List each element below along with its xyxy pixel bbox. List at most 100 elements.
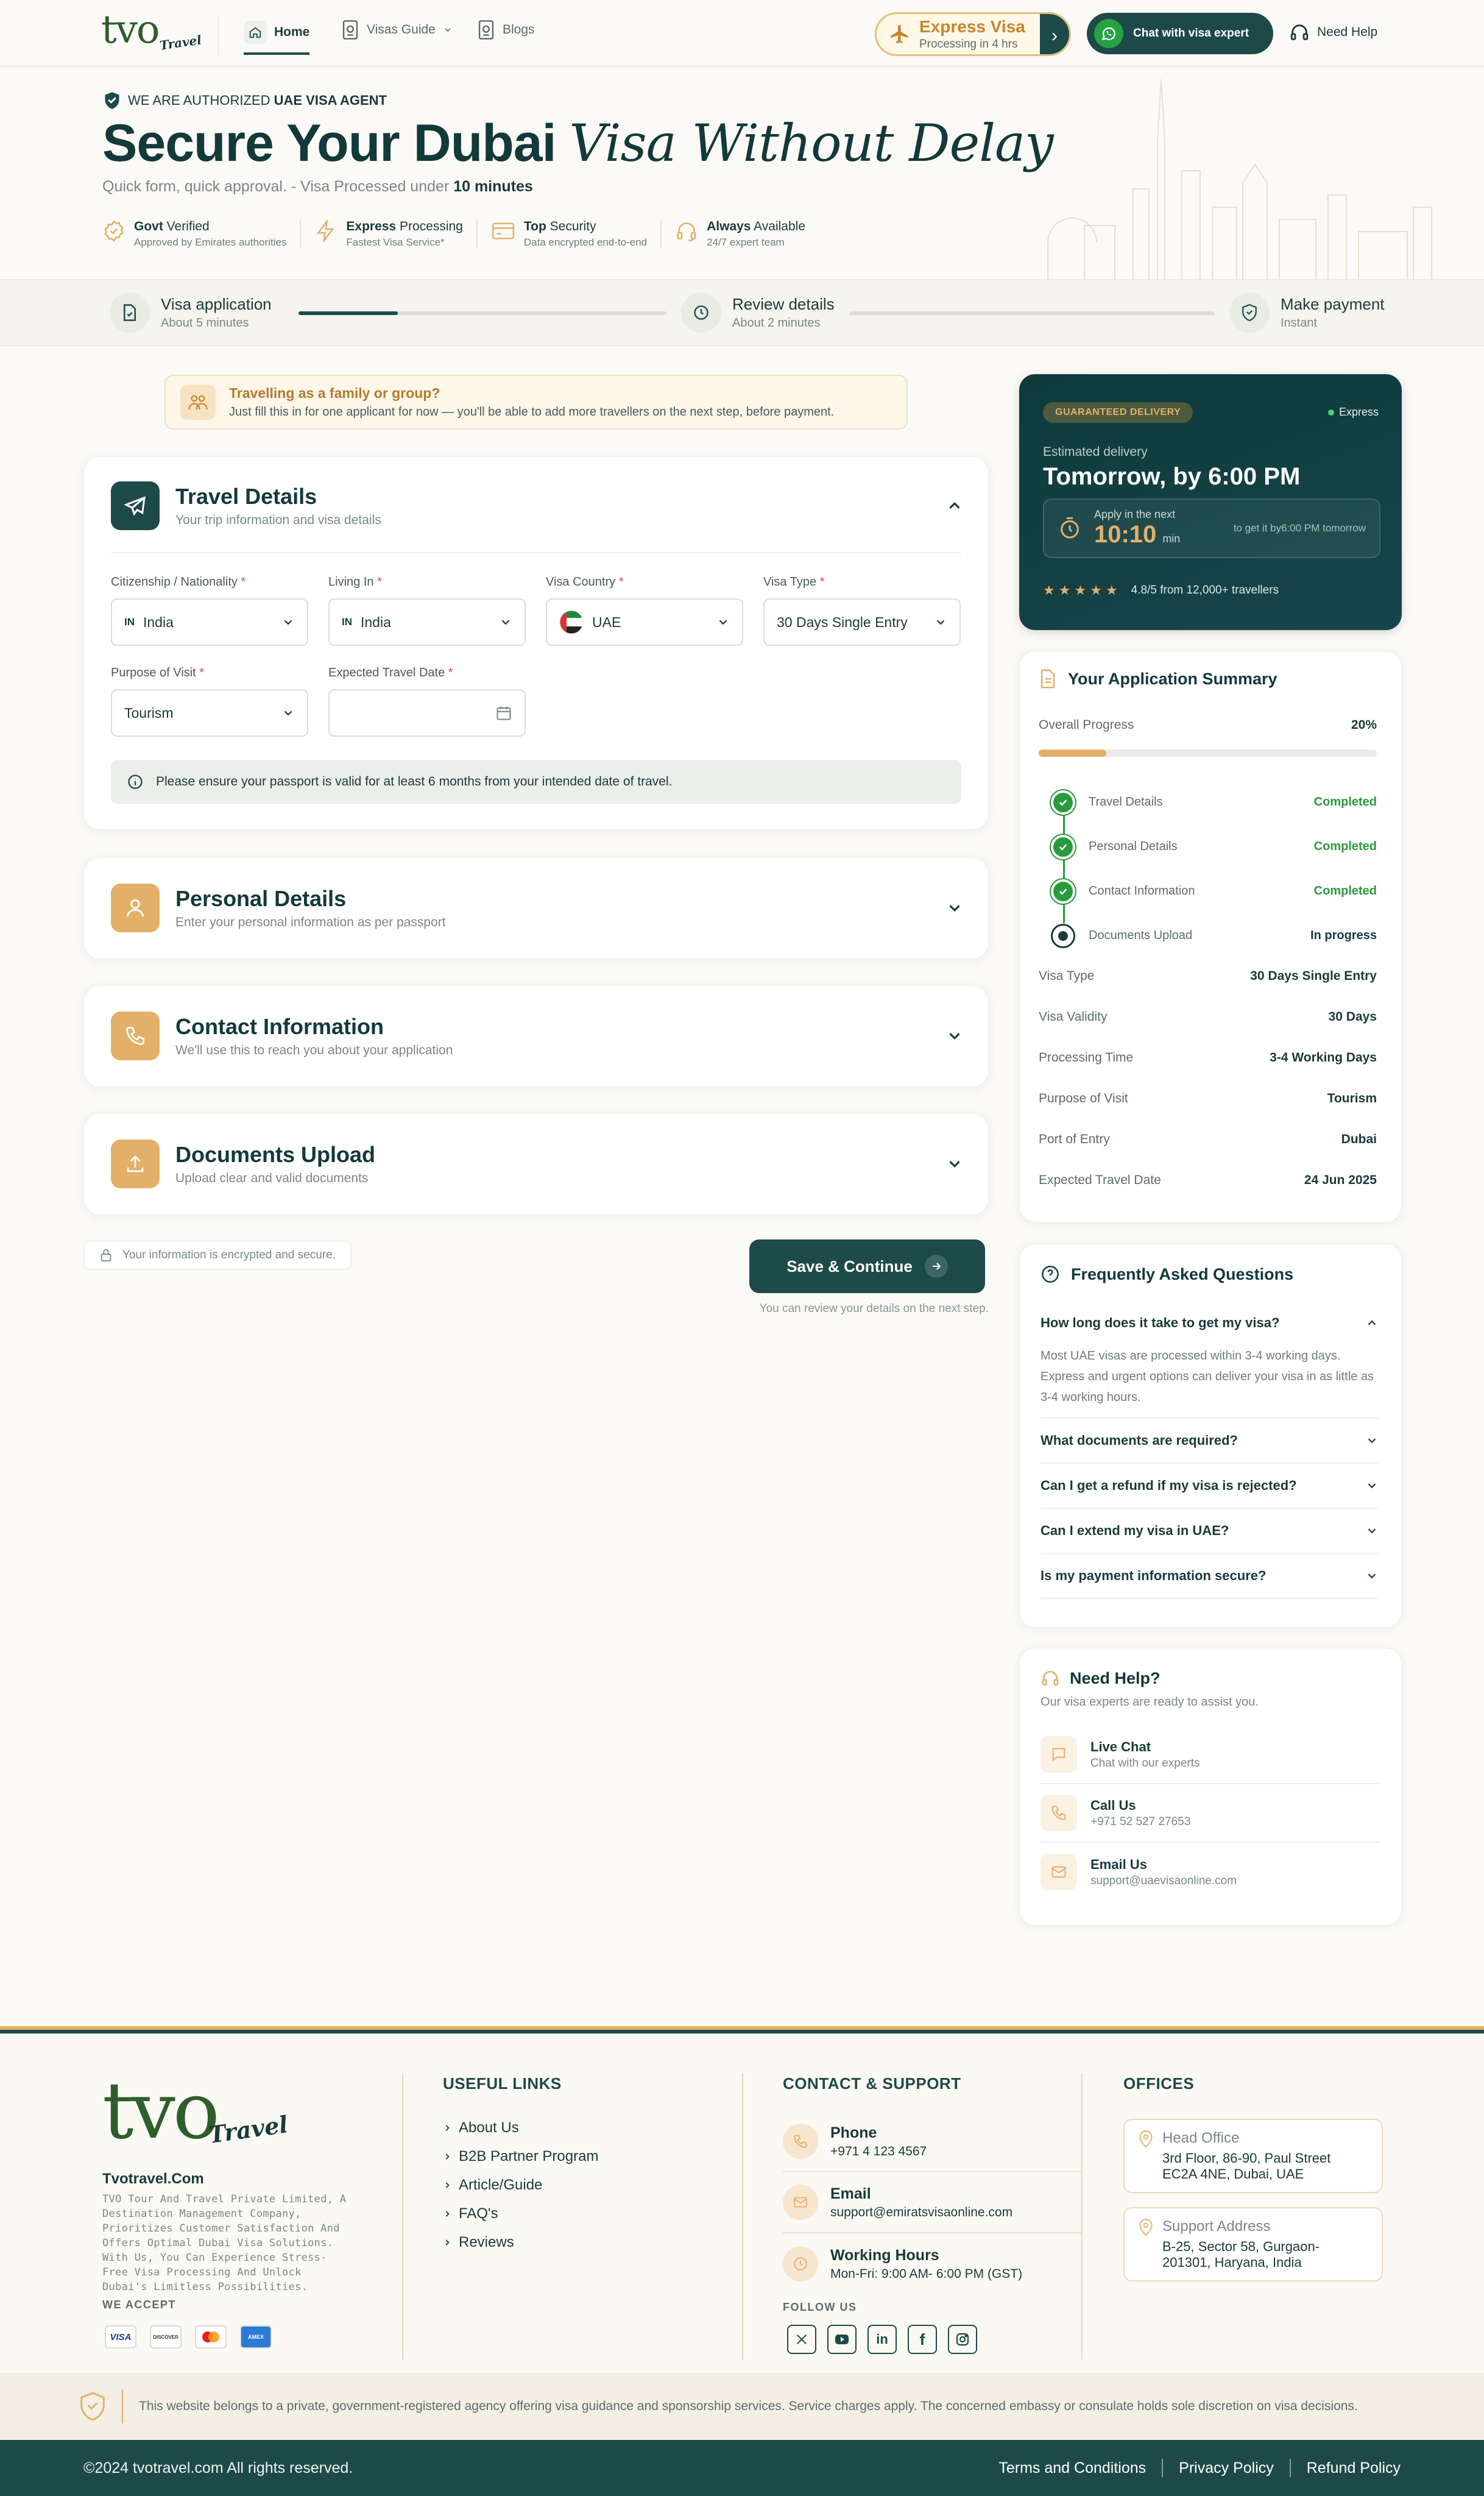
call-us-option[interactable]: Call Us +971 52 527 27653	[1041, 1784, 1379, 1843]
summary-row: Purpose of Visit Tourism	[1039, 1078, 1377, 1119]
visa-card-icon: VISA	[105, 2325, 136, 2349]
logo-text: tvo	[101, 7, 160, 52]
shield-check-icon	[80, 2392, 105, 2421]
chevron-right-icon	[445, 2239, 450, 2246]
footer-link-articles[interactable]: Article/Guide	[443, 2171, 598, 2199]
overall-progress-row: Overall Progress 20%	[1039, 718, 1377, 732]
express-visa-pill[interactable]: Express Visa Processing in 4 hrs ›	[875, 12, 1071, 56]
purpose-value: Tourism	[124, 704, 174, 721]
chevron-down-icon[interactable]	[945, 1155, 964, 1173]
living-in-select[interactable]: IN India	[328, 598, 526, 646]
office-title: Head Office	[1162, 2130, 1240, 2146]
live-chat-option[interactable]: Live Chat Chat with our experts	[1041, 1726, 1379, 1784]
purpose-select[interactable]: Tourism	[111, 689, 308, 737]
office-line: B-25, Sector 58, Gurgaon-	[1162, 2239, 1320, 2254]
x-twitter-icon[interactable]	[787, 2325, 816, 2354]
summary-row: Visa Validity 30 Days	[1039, 996, 1377, 1037]
refund-link[interactable]: Refund Policy	[1291, 2459, 1401, 2477]
nav-visas-guide[interactable]: Visas Guide	[341, 17, 453, 43]
footer-logo[interactable]: tvo Travel	[102, 2066, 289, 2163]
chat-expert-label: Chat with visa expert	[1133, 27, 1249, 40]
badge-available-rest: Available	[751, 219, 806, 233]
page-title-bold: Secure Your Dubai	[102, 114, 556, 172]
contact-phone[interactable]: Phone +971 4 123 4567	[783, 2111, 1081, 2172]
authorized-prefix: WE ARE AUTHORIZED	[128, 93, 274, 108]
faq-item[interactable]: Is my payment information secure?	[1041, 1554, 1379, 1599]
footer-link-about[interactable]: About Us	[443, 2113, 598, 2142]
need-help-link[interactable]: Need Help	[1289, 22, 1377, 43]
visa-country-select[interactable]: UAE	[546, 598, 743, 646]
chat-expert-button[interactable]: Chat with visa expert	[1087, 13, 1273, 54]
page-title-italic: Visa Without Delay	[569, 113, 1054, 173]
save-continue-button[interactable]: Save & Continue	[749, 1239, 985, 1293]
contact-information-header[interactable]: Contact Information We'll use this to rea…	[111, 1012, 964, 1060]
chevron-down-icon	[501, 620, 510, 625]
required-mark: *	[241, 575, 246, 589]
summary-row: Expected Travel Date 24 Jun 2025	[1039, 1160, 1377, 1200]
dubai-skyline-illustration	[1047, 79, 1432, 279]
step-1-title: Visa application	[161, 295, 272, 313]
footer-link-faq[interactable]: FAQ's	[443, 2199, 598, 2228]
chevron-down-icon	[284, 711, 292, 716]
office-line: EC2A 4NE, Dubai, UAE	[1162, 2166, 1304, 2182]
linkedin-icon[interactable]: in	[867, 2325, 897, 2354]
contact-email[interactable]: Email support@emiratsvisaonline.com	[783, 2172, 1081, 2233]
summary-value: 3-4 Working Days	[1270, 1050, 1377, 1065]
help-item-title: Email Us	[1090, 1856, 1147, 1872]
in-progress-circle-icon	[1051, 923, 1075, 948]
chevron-down-icon	[1368, 1528, 1376, 1534]
footer-link-b2b[interactable]: B2B Partner Program	[443, 2142, 598, 2171]
privacy-link[interactable]: Privacy Policy	[1163, 2459, 1290, 2477]
required-mark: *	[819, 575, 825, 589]
chevron-down-icon[interactable]	[945, 1027, 964, 1045]
terms-link[interactable]: Terms and Conditions	[998, 2459, 1162, 2477]
overall-progress-label: Overall Progress	[1039, 718, 1134, 732]
travel-details-header[interactable]: Travel Details Your trip information and …	[111, 481, 964, 530]
step-track-1	[299, 311, 666, 315]
authorized-strong: UAE VISA AGENT	[274, 93, 387, 108]
nav-blogs[interactable]: Blogs	[477, 17, 535, 43]
email-us-option[interactable]: Email Us support@uaevisaonline.com	[1041, 1843, 1379, 1901]
facebook-icon[interactable]: f	[908, 2325, 937, 2354]
step-make-payment: Make payment Instant	[1229, 292, 1385, 333]
faq-item-open[interactable]: How long does it take to get my visa?	[1041, 1300, 1379, 1346]
travel-divider	[111, 552, 961, 553]
chevron-up-icon[interactable]	[945, 497, 964, 515]
trust-badge-available: Always Available 24/7 expert team	[675, 219, 819, 249]
passport-icon	[342, 20, 358, 40]
chevron-down-icon[interactable]	[945, 899, 964, 917]
guaranteed-tag: GUARANTEED DELIVERY	[1043, 402, 1193, 423]
badge-available-sub: 24/7 expert team	[707, 236, 785, 248]
citizenship-select[interactable]: IN India	[111, 598, 308, 646]
summary-value: 30 Days	[1328, 1009, 1377, 1024]
secure-note-text: Your information is encrypted and secure…	[122, 1249, 336, 1261]
badge-govt-sub: Approved by Emirates authorities	[134, 236, 287, 248]
faq-header: Frequently Asked Questions	[1041, 1264, 1293, 1284]
travel-date-input[interactable]	[328, 689, 526, 737]
help-item-sub: Chat with our experts	[1090, 1756, 1200, 1770]
summary-step: Travel Details Completed	[1051, 780, 1377, 824]
headset-icon	[1290, 24, 1309, 40]
chevron-right-icon	[445, 2153, 450, 2160]
help-list: Live Chat Chat with our experts Call Us +9…	[1041, 1726, 1379, 1901]
summary-step-status: Completed	[1313, 840, 1377, 853]
faq-item[interactable]: Can I extend my visa in UAE?	[1041, 1509, 1379, 1554]
flag-in-code: IN	[124, 616, 135, 628]
calendar-icon[interactable]	[495, 704, 512, 722]
logo[interactable]: tvo Travel	[101, 7, 202, 60]
faq-item[interactable]: Can I get a refund if my visa is rejecte…	[1041, 1464, 1379, 1509]
review-note: You can review your details on the next …	[759, 1302, 989, 1315]
personal-details-header[interactable]: Personal Details Enter your personal info…	[111, 884, 964, 932]
footer-link-reviews[interactable]: Reviews	[443, 2228, 598, 2257]
nav-home[interactable]: Home	[244, 17, 310, 55]
faq-item[interactable]: What documents are required?	[1041, 1419, 1379, 1464]
flag-in-code: IN	[342, 616, 352, 628]
footer-divider-3	[1081, 2073, 1083, 2360]
hero-subtitle-text: Quick form, quick approval. - Visa Proce…	[102, 178, 454, 195]
step-1-sub: About 5 minutes	[161, 316, 249, 330]
documents-upload-header[interactable]: Documents Upload Upload clear and valid d…	[111, 1140, 964, 1188]
chevron-down-icon	[936, 620, 945, 625]
youtube-icon[interactable]	[827, 2325, 857, 2354]
visa-type-select[interactable]: 30 Days Single Entry	[763, 598, 961, 646]
instagram-icon[interactable]	[948, 2325, 977, 2354]
